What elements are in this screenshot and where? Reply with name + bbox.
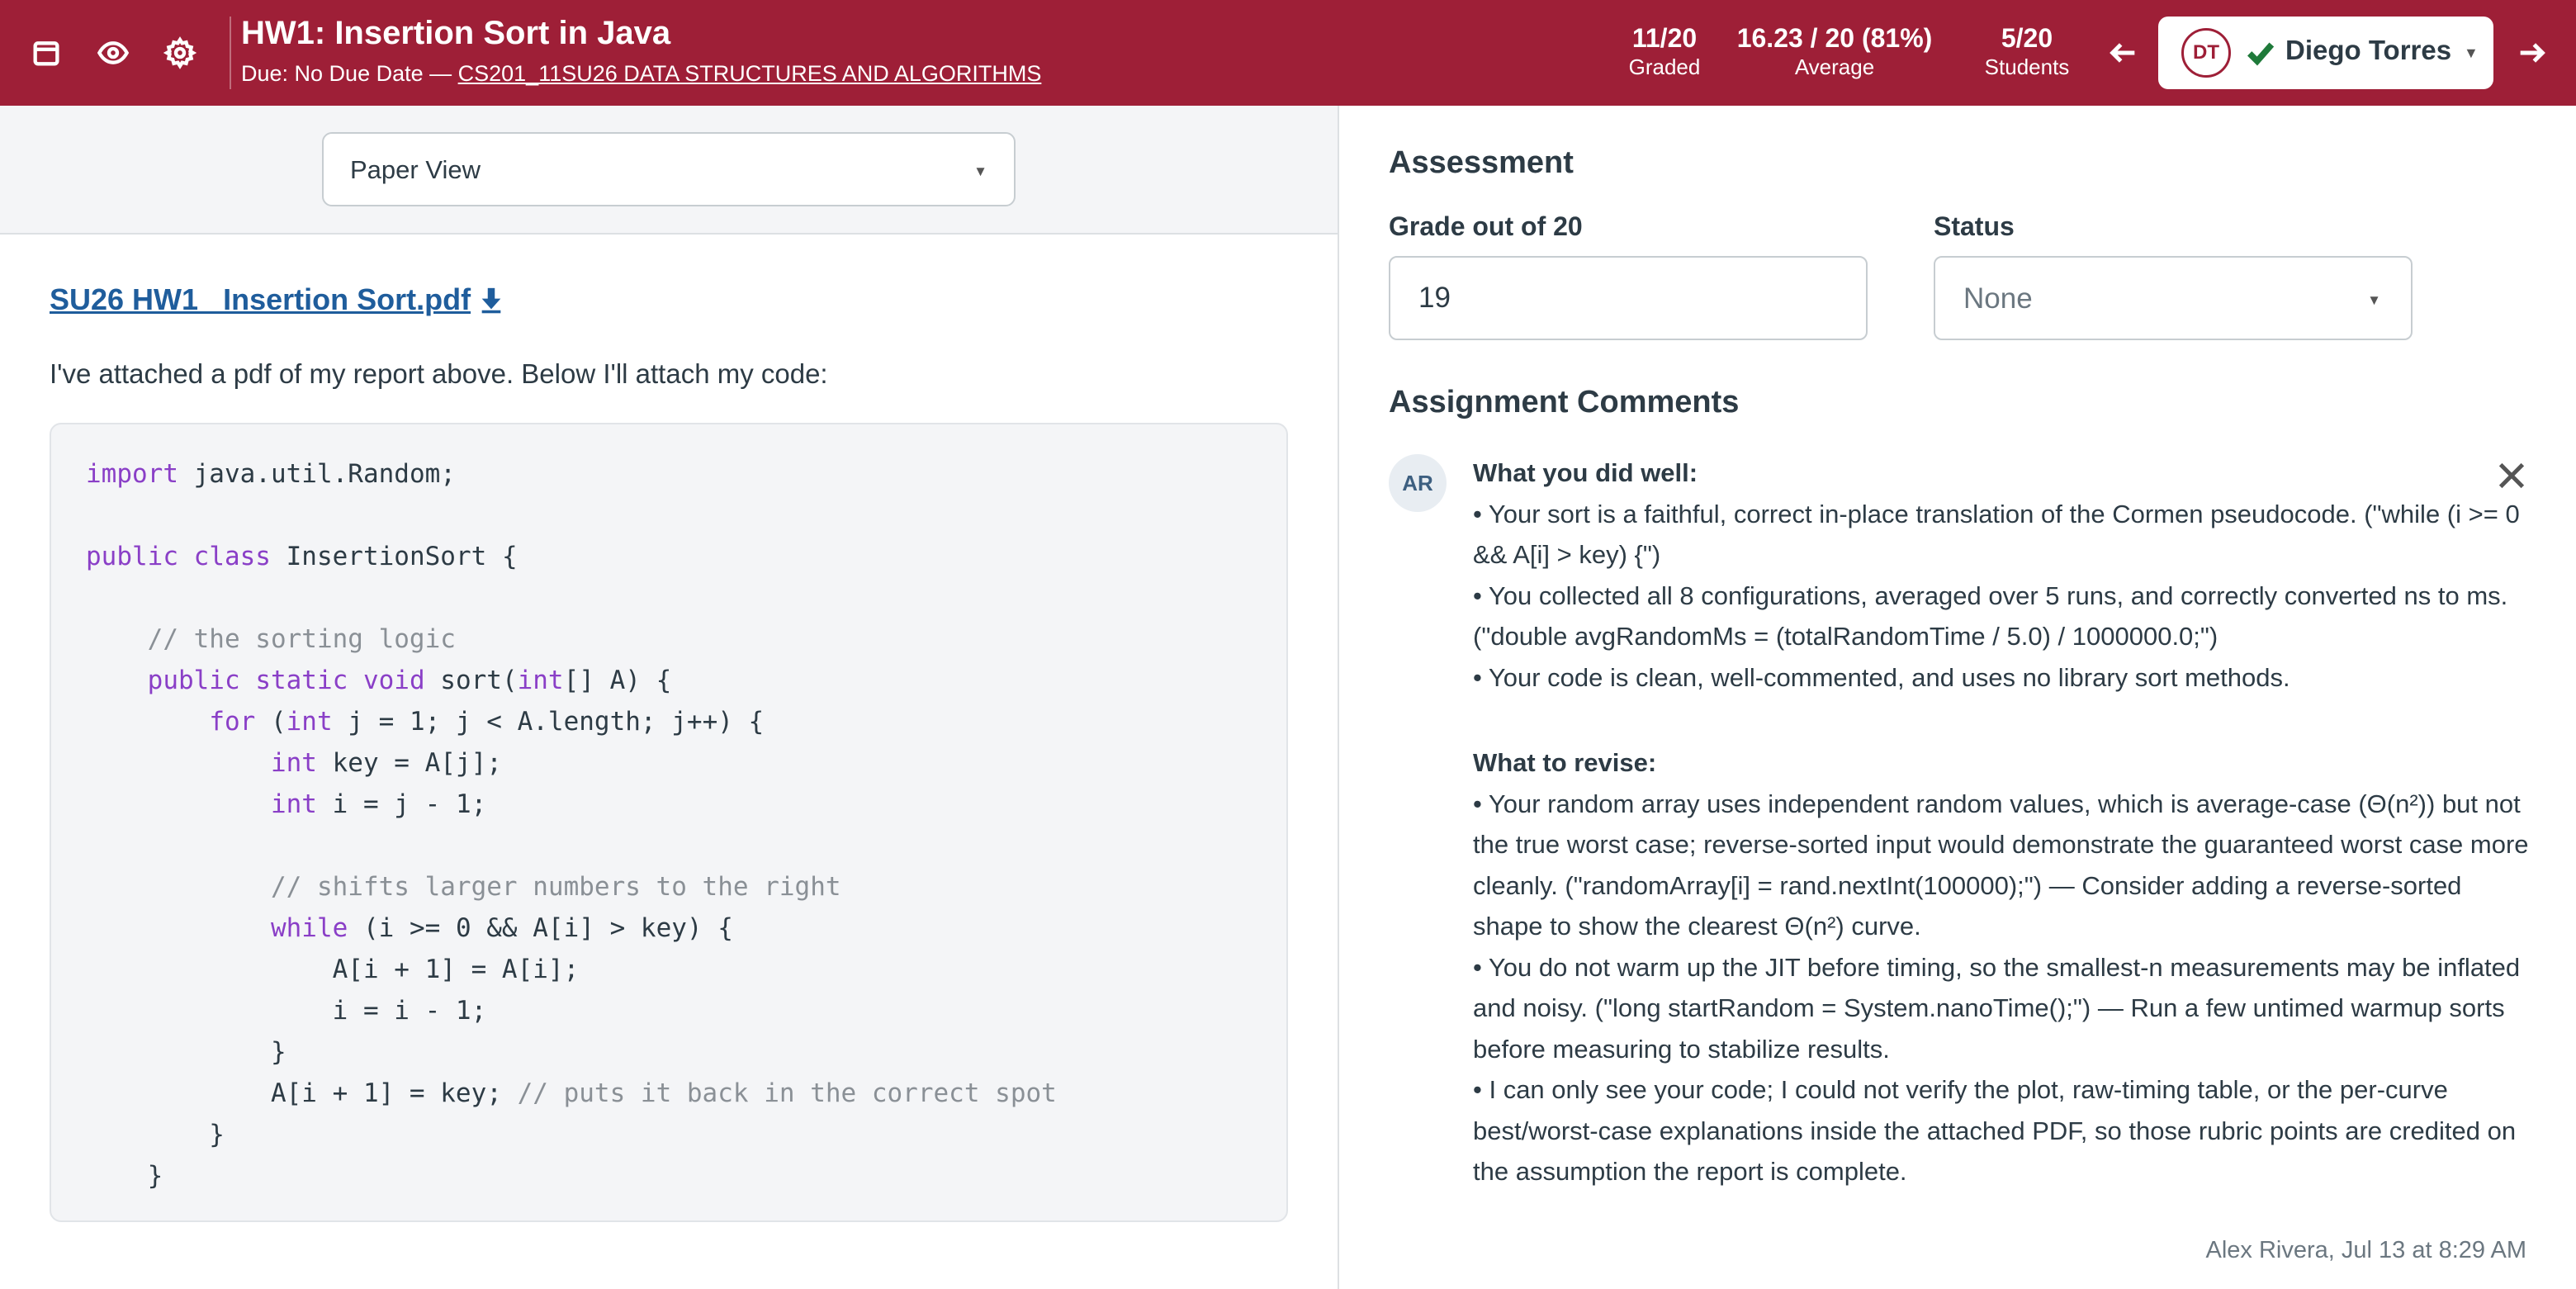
status-label: Status — [1934, 211, 2015, 241]
calendar-icon[interactable] — [26, 33, 66, 73]
next-student-button[interactable] — [2512, 33, 2551, 73]
comment-item: • You collected all 8 configurations, av… — [1473, 581, 2508, 652]
submission-toolbar: Paper View ▼ — [0, 106, 1338, 235]
code-block: import java.util.Random; public class Ins… — [50, 423, 1288, 1222]
attachment-filename: SU26 HW1_ Insertion Sort.pdf — [50, 282, 471, 316]
status-select[interactable]: None ▼ — [1934, 256, 2413, 340]
comment-item: • You do not warm up the JIT before timi… — [1473, 952, 2521, 1064]
comment-body: What you did well: • Your sort is a fait… — [1473, 453, 2538, 1192]
gear-icon[interactable] — [160, 33, 200, 73]
stat-average: 16.23 / 20 (81%) Average — [1722, 21, 1947, 79]
pane-divider[interactable] — [1338, 106, 1339, 1289]
grade-label: Grade out of 20 — [1389, 211, 1583, 241]
student-name: Diego Torres — [2285, 35, 2452, 65]
comment-heading-well: What you did well: — [1473, 458, 1698, 487]
chevron-down-icon: ▼ — [2367, 292, 2381, 308]
code-line: // the sorting logic — [147, 624, 456, 654]
code-line: for (int j = 1; j < A.length; j++) { — [209, 707, 765, 737]
course-link[interactable]: CS201_11SU26 DATA STRUCTURES AND ALGORIT… — [458, 61, 1042, 86]
stat-students-label: Students — [1984, 54, 2070, 79]
submission-text: I've attached a pdf of my report above. … — [50, 358, 828, 389]
code-line: int i = j - 1; — [270, 789, 487, 819]
student-avatar: DT — [2181, 28, 2231, 78]
arrow-right-icon — [2520, 43, 2545, 63]
due-info: Due: No Due Date — CS201_11SU26 DATA STR… — [241, 61, 1041, 87]
student-selector[interactable]: DT Diego Torres ▼ — [2158, 17, 2493, 89]
commenter-avatar: AR — [1389, 454, 1447, 512]
comment-meta: Alex Rivera, Jul 13 at 8:29 AM — [2205, 1237, 2526, 1263]
status-value: None — [1963, 282, 2033, 315]
code-line: } — [86, 1120, 225, 1149]
view-mode-value: Paper View — [350, 155, 481, 184]
code-line: int key = A[j]; — [270, 748, 502, 778]
code-line: A[i + 1] = key; // puts it back in the c… — [86, 1078, 1057, 1108]
code-line: A[i + 1] = A[i]; — [86, 955, 580, 984]
check-icon — [2244, 36, 2277, 69]
due-text: Due: No Due Date — — [241, 61, 458, 86]
code-line: } — [86, 1037, 286, 1067]
previous-student-button[interactable] — [2104, 33, 2143, 73]
comments-heading: Assignment Comments — [1389, 385, 1740, 419]
stat-graded: 11/20 Graded — [1615, 21, 1714, 79]
code-line: public class InsertionSort { — [86, 542, 518, 571]
stat-average-value: 16.23 / 20 (81%) — [1736, 23, 1933, 53]
header-divider — [230, 17, 231, 89]
comment-item: • Your sort is a faithful, correct in-pl… — [1473, 499, 2520, 570]
comment-item: • Your code is clean, well-commented, an… — [1473, 662, 2290, 692]
assessment-heading: Assessment — [1389, 145, 1574, 180]
code-line: i = i - 1; — [86, 996, 487, 1026]
attachment-link[interactable]: SU26 HW1_ Insertion Sort.pdf — [50, 282, 505, 317]
comment-item: • Your random array uses independent ran… — [1473, 789, 2529, 941]
chevron-down-icon: ▼ — [2464, 45, 2479, 61]
eye-icon[interactable] — [93, 33, 133, 73]
stat-average-label: Average — [1794, 54, 1875, 79]
assignment-title: HW1: Insertion Sort in Java — [241, 15, 671, 51]
download-icon — [477, 286, 505, 314]
stat-students: 5/20 Students — [1977, 21, 2077, 79]
stat-graded-label: Graded — [1628, 54, 1701, 79]
comment-item: • I can only see your code; I could not … — [1473, 1075, 2517, 1186]
chevron-down-icon: ▼ — [973, 163, 987, 179]
code-line: while (i >= 0 && A[i] > key) { — [270, 913, 733, 943]
stat-graded-value: 11/20 — [1631, 23, 1698, 53]
grade-input[interactable]: 19 — [1389, 256, 1868, 340]
top-bar: HW1: Insertion Sort in Java Due: No Due … — [0, 0, 2576, 106]
code-line: public static void sort(int[] A) { — [147, 666, 672, 695]
code-line: // shifts larger numbers to the right — [270, 872, 841, 902]
view-mode-select[interactable]: Paper View ▼ — [322, 132, 1016, 206]
code-line: } — [86, 1161, 163, 1191]
arrow-left-icon — [2110, 43, 2135, 63]
stat-students-value: 5/20 — [2001, 23, 2053, 53]
code-line: import java.util.Random; — [86, 459, 456, 489]
comment-heading-revise: What to revise: — [1473, 748, 1657, 777]
